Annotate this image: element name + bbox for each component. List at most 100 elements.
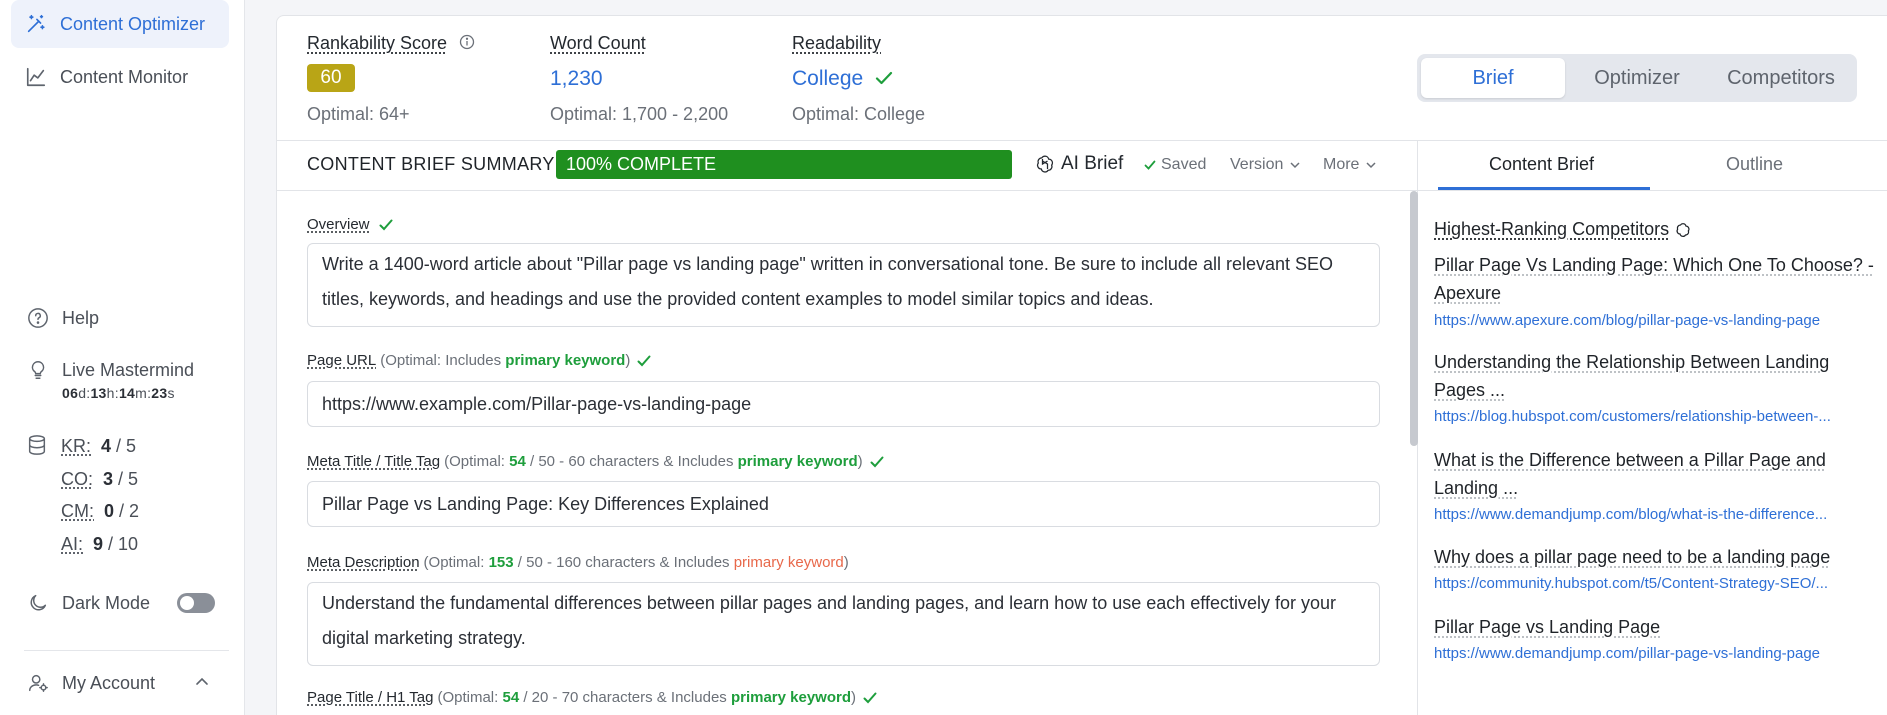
quota-label: KR: <box>61 436 92 456</box>
rankability-optimal: Optimal: 64+ <box>307 104 410 124</box>
quota-kr: KR: 4 / 5 <box>61 436 136 457</box>
char-count: 153 <box>488 554 514 571</box>
quota-total: / 2 <box>119 501 140 521</box>
quota-ai: AI: 9 / 10 <box>61 534 138 555</box>
quota-label: CM: <box>61 501 94 521</box>
word-count-optimal: Optimal: 1,700 - 2,200 <box>550 104 729 124</box>
competitor-url[interactable]: https://www.demandjump.com/pillar-page-v… <box>1434 645 1870 662</box>
dark-mode-toggle[interactable] <box>177 593 215 613</box>
moon-icon <box>26 591 50 615</box>
chevron-down-icon <box>1365 159 1377 171</box>
more-dropdown[interactable]: More <box>1323 156 1377 174</box>
competitor-title[interactable]: Why does a pillar page need to be a land… <box>1434 543 1874 571</box>
help-link[interactable]: Help <box>26 306 99 330</box>
magic-wand-icon <box>24 12 48 36</box>
timer-hours: 13 <box>90 385 107 401</box>
header-divider <box>277 140 1887 141</box>
check-icon <box>1144 159 1156 171</box>
live-mastermind-link[interactable]: Live Mastermind <box>26 358 194 382</box>
more-label: More <box>1323 156 1360 173</box>
primary-keyword-ok: primary keyword <box>505 352 626 369</box>
hint-suffix: ) <box>857 453 863 470</box>
competitor-url[interactable]: https://www.demandjump.com/blog/what-is-… <box>1434 506 1870 523</box>
dark-mode-row: Dark Mode <box>26 591 150 615</box>
tab-brief[interactable]: Brief <box>1421 58 1565 98</box>
tab-optimizer[interactable]: Optimizer <box>1565 58 1709 98</box>
nav-content-optimizer[interactable]: Content Optimizer <box>11 0 229 48</box>
nav-label: Content Monitor <box>60 66 189 87</box>
ai-sparkle-icon <box>1035 154 1055 174</box>
quota-label: AI: <box>61 534 84 554</box>
meta-description-hint: (Optimal: 153 / 50 - 160 characters & In… <box>424 554 849 571</box>
quota-label: CO: <box>61 469 94 489</box>
readability-label: Readability <box>792 33 882 53</box>
version-label: Version <box>1230 156 1284 173</box>
page-url-label: Page URL <box>307 352 377 369</box>
dark-mode-label: Dark Mode <box>62 592 151 613</box>
timer-hours-unit: h: <box>106 385 119 401</box>
active-tab-indicator <box>1438 187 1650 190</box>
quota-used: 4 <box>101 436 112 456</box>
competitor-url[interactable]: https://community.hubspot.com/t5/Content… <box>1434 575 1870 592</box>
hint-prefix: (Optimal: <box>437 689 499 706</box>
word-count-label: Word Count <box>550 33 646 53</box>
check-icon <box>636 353 652 369</box>
main-panel: Rankability Score 60 Optimal: 64+ Word C… <box>276 15 1887 715</box>
competitor-title[interactable]: Pillar Page vs Landing Page <box>1434 613 1874 641</box>
hint-suffix: ) <box>851 689 857 706</box>
competitors-heading: Highest-Ranking Competitors <box>1434 219 1691 240</box>
page-url-input[interactable]: https://www.example.com/Pillar-page-vs-l… <box>307 381 1380 427</box>
hint-prefix: (Optimal: <box>444 453 505 470</box>
tab-content-brief[interactable]: Content Brief <box>1489 154 1594 175</box>
primary-keyword-ok: primary keyword <box>737 453 858 470</box>
rankability-label: Rankability Score <box>307 33 448 53</box>
nav-content-monitor[interactable]: Content Monitor <box>11 53 229 101</box>
meta-title-input[interactable]: Pillar Page vs Landing Page: Key Differe… <box>307 481 1380 527</box>
tab-competitors[interactable]: Competitors <box>1709 58 1853 98</box>
hint-prefix: (Optimal: <box>423 554 485 571</box>
competitor-title[interactable]: Understanding the Relationship Between L… <box>1434 348 1874 404</box>
quota-used: 0 <box>104 501 115 521</box>
competitor-title[interactable]: What is the Difference between a Pillar … <box>1434 446 1874 502</box>
page-title-label-row: Page Title / H1 Tag (Optimal: 54 / 20 - … <box>307 689 878 706</box>
overview-label: Overview <box>307 216 370 233</box>
competitor-url[interactable]: https://www.apexure.com/blog/pillar-page… <box>1434 312 1870 329</box>
summary-divider <box>277 190 1417 191</box>
hint-suffix: ) <box>625 352 631 369</box>
version-dropdown[interactable]: Version <box>1230 156 1301 174</box>
primary-keyword-missing: primary keyword <box>733 554 844 571</box>
database-icon <box>26 434 50 458</box>
meta-description-label-row: Meta Description (Optimal: 153 / 50 - 16… <box>307 554 849 571</box>
meta-description-textarea[interactable]: Understand the fundamental differences b… <box>307 582 1380 666</box>
competitor-url[interactable]: https://blog.hubspot.com/customers/relat… <box>1434 408 1870 425</box>
quota-total: / 5 <box>118 469 139 489</box>
info-icon[interactable] <box>459 34 475 50</box>
form-scrollbar[interactable] <box>1410 191 1418 446</box>
saved-label: Saved <box>1161 156 1207 173</box>
saved-status: Saved <box>1144 156 1206 174</box>
live-mastermind-label: Live Mastermind <box>62 359 195 380</box>
quota-total: / 5 <box>116 436 137 456</box>
meta-description-label: Meta Description <box>307 554 420 571</box>
readability-value: College <box>792 67 864 90</box>
timer-days-unit: d: <box>78 385 91 401</box>
openai-icon <box>1675 222 1691 238</box>
tab-outline[interactable]: Outline <box>1726 154 1783 175</box>
word-count-value: 1,230 <box>550 67 603 90</box>
chevron-up-icon[interactable] <box>194 674 210 690</box>
readability-optimal: Optimal: College <box>792 104 926 124</box>
page-title-hint: (Optimal: 54 / 20 - 70 characters & Incl… <box>437 689 856 706</box>
nav-label: Content Optimizer <box>60 13 206 34</box>
timer-minutes: 14 <box>118 385 136 401</box>
chevron-down-icon <box>1289 159 1301 171</box>
competitor-title[interactable]: Pillar Page Vs Landing Page: Which One T… <box>1434 251 1874 307</box>
right-tab-divider <box>1417 190 1887 191</box>
view-switcher: Brief Optimizer Competitors <box>1417 54 1857 102</box>
hint-mid: / 50 - 160 characters & Includes <box>517 554 730 571</box>
my-account-menu[interactable]: My Account <box>26 671 216 695</box>
ai-brief-button[interactable]: AI Brief <box>1035 153 1123 175</box>
overview-textarea[interactable]: Write a 1400-word article about "Pillar … <box>307 243 1380 327</box>
page-title-label: Page Title / H1 Tag <box>307 689 434 706</box>
timer-days: 06 <box>62 385 79 401</box>
help-label: Help <box>62 307 100 328</box>
